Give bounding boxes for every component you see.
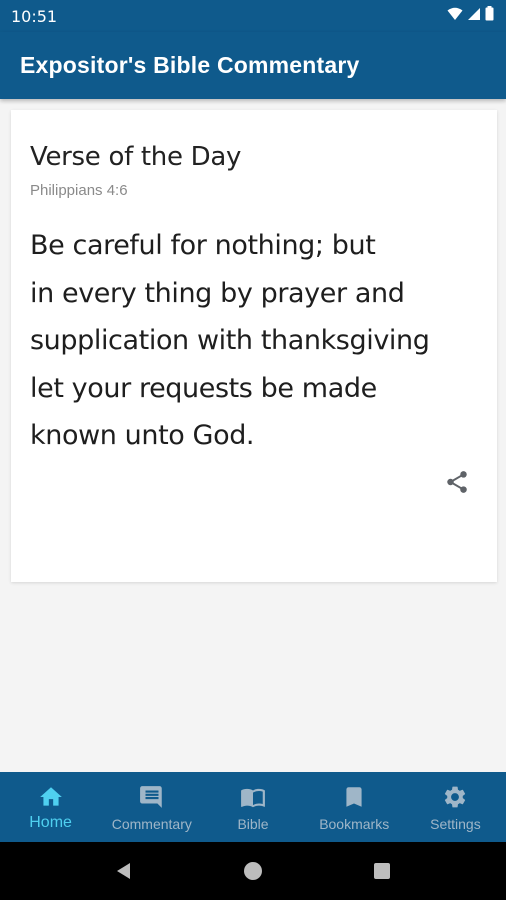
share-button[interactable] (443, 470, 471, 498)
nav-bible[interactable]: Bible (202, 772, 303, 842)
nav-home[interactable]: Home (0, 772, 101, 842)
verse-line: known unto God. (30, 420, 255, 451)
verse-of-the-day-card: Verse of the Day Philippians 4:6 Be care… (11, 110, 497, 582)
book-icon (240, 784, 266, 810)
status-bar: 10:51 (0, 0, 506, 32)
home-icon (38, 784, 64, 810)
nav-settings[interactable]: Settings (405, 772, 506, 842)
verse-reference: Philippians 4:6 (30, 182, 128, 199)
verse-text: Be careful for nothing; but in every thi… (30, 222, 470, 460)
bottom-navigation: Home Commentary Bible Bookmarks Settings (0, 772, 506, 842)
back-icon[interactable] (104, 851, 144, 891)
nav-bookmarks[interactable]: Bookmarks (304, 772, 405, 842)
status-time: 10:51 (11, 6, 58, 26)
signal-icon (467, 7, 481, 26)
home-circle-icon[interactable] (233, 851, 273, 891)
verse-line: supplication with thanksgiving (30, 325, 430, 356)
nav-label-commentary: Commentary (111, 816, 192, 832)
nav-label-home: Home (29, 814, 72, 831)
bookmark-icon (341, 784, 367, 810)
recents-icon[interactable] (362, 851, 402, 891)
card-title: Verse of the Day (30, 142, 242, 172)
share-icon (444, 469, 470, 500)
verse-line: Be careful for nothing; but (30, 230, 376, 261)
comment-icon (139, 784, 165, 810)
gear-icon (442, 784, 468, 810)
nav-label-bookmarks: Bookmarks (319, 816, 390, 832)
wifi-icon (447, 7, 463, 26)
verse-line: let your requests be made (30, 372, 377, 404)
battery-icon (485, 6, 494, 26)
nav-commentary[interactable]: Commentary (101, 772, 202, 842)
system-navigation-bar (0, 842, 506, 900)
nav-label-settings: Settings (430, 816, 481, 832)
status-icons (447, 6, 494, 26)
app-bar: Expositor's Bible Commentary (0, 32, 506, 99)
nav-label-bible: Bible (237, 816, 269, 832)
verse-line: in every thing by prayer and (30, 277, 405, 309)
app-title: Expositor's Bible Commentary (20, 52, 360, 78)
